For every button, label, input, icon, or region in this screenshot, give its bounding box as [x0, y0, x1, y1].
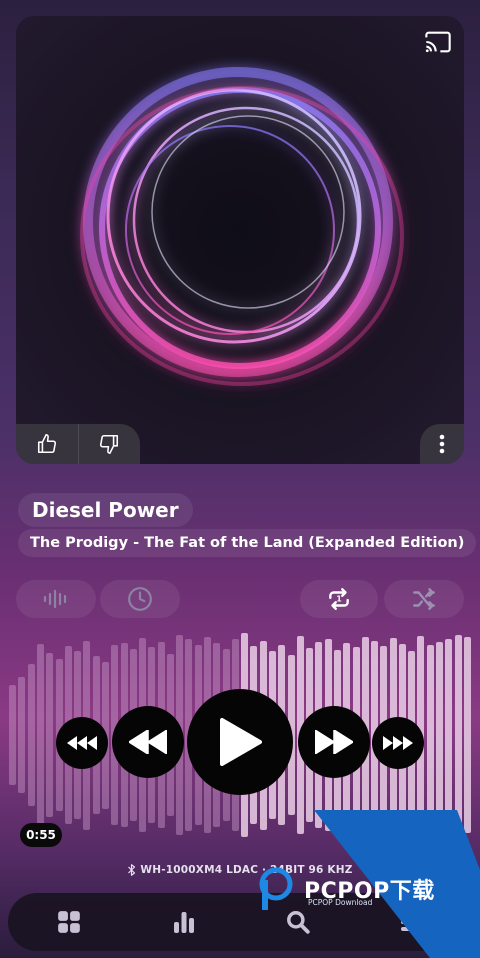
album-art[interactable]	[16, 16, 464, 464]
fast-rewind-icon	[67, 736, 97, 750]
shuffle-button[interactable]	[384, 580, 464, 618]
waveform-bar	[436, 641, 444, 829]
album-art-rings	[80, 67, 404, 386]
like-button[interactable]	[16, 424, 78, 464]
fast-rewind-button[interactable]	[56, 717, 108, 769]
thumbs-up-icon	[37, 434, 56, 454]
waveform-bar	[46, 653, 54, 817]
waveform-bar	[27, 663, 35, 807]
waveform-bar	[454, 635, 462, 835]
rating-pill	[16, 424, 140, 464]
cast-icon	[425, 31, 451, 53]
nav-search[interactable]	[283, 907, 313, 937]
track-subtitle[interactable]: The Prodigy - The Fat of the Land (Expan…	[18, 529, 477, 557]
grid-icon	[58, 911, 80, 933]
rewind-button[interactable]	[112, 706, 184, 778]
cast-button[interactable]	[424, 28, 452, 56]
repeat-button[interactable]: 1	[300, 580, 378, 618]
bar-chart-icon	[174, 912, 194, 933]
waveform-bar	[426, 644, 434, 826]
thumbs-down-icon	[100, 434, 119, 454]
more-options-button[interactable]	[420, 424, 464, 464]
waveform-bar	[36, 643, 44, 827]
nav-menu[interactable]	[396, 907, 426, 937]
fast-forward-button[interactable]	[372, 717, 424, 769]
visualizer-button[interactable]	[16, 580, 96, 618]
fast-forward-icon	[383, 736, 413, 750]
forward-icon	[315, 730, 353, 754]
repeat-icon: 1	[329, 588, 349, 610]
waveform-bar	[463, 637, 471, 833]
svg-text:1: 1	[336, 595, 341, 604]
clock-icon	[128, 587, 152, 611]
waveform-bar	[445, 639, 453, 831]
search-icon	[287, 911, 310, 934]
elapsed-time: 0:55	[20, 823, 62, 847]
sleep-timer-button[interactable]	[100, 580, 180, 618]
nav-stats[interactable]	[169, 907, 199, 937]
waveform-icon	[43, 589, 67, 609]
watermark-sub: PCPOP Download	[308, 898, 373, 907]
waveform-bar	[9, 684, 17, 786]
nav-library[interactable]	[54, 907, 84, 937]
play-button[interactable]	[187, 689, 293, 795]
forward-button[interactable]	[298, 706, 370, 778]
track-title[interactable]: Diesel Power	[18, 493, 193, 527]
dislike-button[interactable]	[77, 424, 141, 464]
more-vertical-icon	[439, 434, 445, 454]
shuffle-icon	[413, 588, 435, 610]
waveform-bar	[18, 677, 26, 793]
bluetooth-icon	[128, 864, 136, 876]
rewind-icon	[129, 730, 167, 754]
play-icon	[220, 718, 262, 766]
menu-icon	[401, 913, 421, 931]
